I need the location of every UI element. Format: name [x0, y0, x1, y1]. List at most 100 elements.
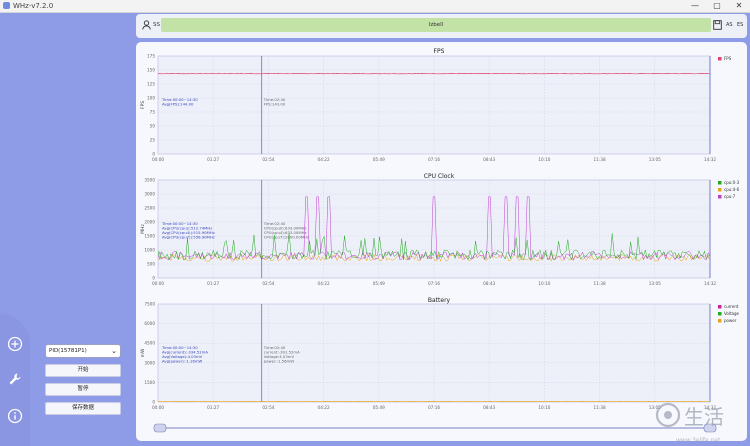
wrench-icon[interactable] — [7, 371, 23, 387]
battery-legend-label: current — [724, 304, 739, 309]
fps-xtick-label: 14:32 — [704, 157, 716, 162]
fps-xtick-label: 07:16 — [428, 157, 440, 162]
charts-area: FPS 0 25 50 75 100 125 150 175 00:00 01:27 02:54 04:… — [140, 48, 740, 433]
cpu-xtick-label: 13:05 — [649, 281, 661, 286]
fps-xtick-label: 11:38 — [594, 157, 606, 162]
fps-xtick-label: 02:54 — [262, 157, 274, 162]
cpu-cursor-readout: CPU(cpu7):2000.00MHz — [264, 235, 309, 240]
cpu-chart-title: CPU Clock — [424, 173, 455, 180]
cpu-xtick-label: 01:27 — [207, 281, 219, 286]
watermark-text: 生活 — [684, 405, 724, 429]
battery-ytick-label: 1500 — [144, 380, 155, 385]
fps-xtick-label: 00:00 — [152, 157, 164, 162]
battery-legend-swatch — [718, 312, 722, 316]
plus-circle-icon[interactable] — [7, 336, 23, 352]
cpu-xtick-label: 08:43 — [483, 281, 495, 286]
battery-ylabel: mW — [140, 348, 146, 357]
cpu-legend-label: cpu:4-6 — [724, 187, 740, 192]
cpu-summary-line: Avg(CPU(cpu7)):556.90MHz — [162, 235, 215, 240]
cpu-xtick-label: 07:16 — [428, 281, 440, 286]
window-title: WHz-v7.2.0 — [13, 2, 54, 10]
cpu-ytick-label: 2000 — [144, 220, 155, 225]
cpu-xtick-label: 05:49 — [373, 281, 385, 286]
battery-cursor-readout: power:-1.56mW — [264, 359, 294, 364]
header-label-a: AS — [726, 22, 733, 28]
cpu-legend-swatch — [718, 188, 722, 192]
cpu-xtick-label: 00:00 — [152, 281, 164, 286]
watermark-subtext: www.3elife.net — [676, 437, 721, 444]
cpu-ytick-label: 3000 — [144, 192, 155, 197]
fps-xtick-label: 01:27 — [207, 157, 219, 162]
battery-xtick-label: 05:49 — [373, 405, 385, 410]
fps-cursor-readout: FPS:143.00 — [264, 102, 286, 107]
battery-legend-swatch — [718, 305, 722, 309]
process-select[interactable]: PID(15781P1) ⌄ — [45, 344, 121, 358]
watermark-logo: 生活 www.3elife.net — [655, 402, 724, 444]
battery-xtick-label: 08:43 — [483, 405, 495, 410]
device-header: SS Izbell AS ES — [136, 14, 747, 38]
battery-xtick-label: 07:16 — [428, 405, 440, 410]
fps-xtick-label: 10:10 — [538, 157, 550, 162]
cpu-ytick-label: 500 — [147, 262, 155, 267]
fps-xtick-label: 04:22 — [318, 157, 330, 162]
battery-summary-line: Avg(power):-1.16mW — [162, 359, 203, 364]
device-status-bar[interactable]: Izbell — [161, 18, 711, 32]
save-data-button[interactable]: 保存数据 — [45, 402, 121, 415]
cpu-xtick-label: 04:22 — [318, 281, 330, 286]
cpu-xtick-label: 11:38 — [594, 281, 606, 286]
user-icon[interactable] — [142, 20, 151, 30]
fps-ytick-label: 50 — [150, 124, 156, 129]
close-button[interactable]: ✕ — [729, 0, 749, 12]
fps-ytick-label: 75 — [150, 110, 156, 115]
battery-xtick-label: 01:27 — [207, 405, 219, 410]
battery-ytick-label: 7500 — [144, 302, 155, 307]
fps-ytick-label: 25 — [150, 138, 156, 143]
header-label-b: ES — [737, 22, 744, 28]
fps-xtick-label: 13:05 — [649, 157, 661, 162]
minimize-button[interactable]: — — [685, 0, 705, 12]
fps-legend-label: FPS — [724, 56, 732, 61]
fps-xtick-label: 05:49 — [373, 157, 385, 162]
fps-ytick-label: 100 — [147, 96, 155, 101]
pause-button[interactable]: 暂停 — [45, 383, 121, 396]
maximize-button[interactable]: ▢ — [707, 0, 727, 12]
fps-ytick-label: 150 — [147, 68, 155, 73]
cpu-xtick-label: 02:54 — [262, 281, 274, 286]
fps-xtick-label: 08:43 — [483, 157, 495, 162]
start-button[interactable]: 开始 — [45, 364, 121, 377]
user-label: SS — [153, 22, 160, 28]
cpu-ytick-label: 3500 — [144, 178, 155, 183]
app-icon — [3, 2, 10, 9]
battery-legend-label: Voltage — [724, 311, 740, 316]
battery-xtick-label: 11:38 — [594, 405, 606, 410]
process-select-value: PID(15781P1) — [49, 348, 87, 354]
cpu-legend-label: cpu:0-3 — [724, 180, 740, 185]
battery-chart-title: Battery — [428, 297, 451, 304]
cpu-legend-swatch — [718, 181, 722, 185]
cpu-ylabel: MHz — [140, 224, 146, 234]
fps-legend-swatch — [718, 57, 722, 61]
info-icon[interactable] — [7, 408, 23, 424]
fps-ytick-label: 0 — [152, 152, 155, 157]
battery-ytick-label: 0 — [152, 400, 155, 405]
nav-rail — [0, 314, 30, 446]
battery-legend-swatch — [718, 319, 722, 323]
battery-xtick-label: 00:00 — [152, 405, 164, 410]
battery-ytick-label: 4500 — [144, 341, 155, 346]
charts-panel: FPS 0 25 50 75 100 125 150 175 00:00 01:27 02:54 04:… — [136, 42, 747, 441]
save-icon[interactable] — [713, 20, 722, 30]
cpu-ytick-label: 0 — [152, 276, 155, 281]
window-titlebar: WHz-v7.2.0 — ▢ ✕ — [0, 0, 750, 13]
cpu-legend-swatch — [718, 195, 722, 199]
battery-legend-label: power — [724, 318, 737, 323]
battery-ytick-label: 6000 — [144, 321, 155, 326]
fps-ytick-label: 125 — [147, 82, 155, 87]
battery-xtick-label: 04:22 — [318, 405, 330, 410]
battery-ytick-label: 3000 — [144, 360, 155, 365]
fps-chart-title: FPS — [434, 48, 445, 55]
range-start-handle[interactable] — [153, 423, 167, 433]
fps-ytick-label: 175 — [147, 54, 155, 59]
battery-xtick-label: 02:54 — [262, 405, 274, 410]
fps-ylabel: FPS — [140, 101, 146, 109]
cpu-xtick-label: 10:10 — [538, 281, 550, 286]
